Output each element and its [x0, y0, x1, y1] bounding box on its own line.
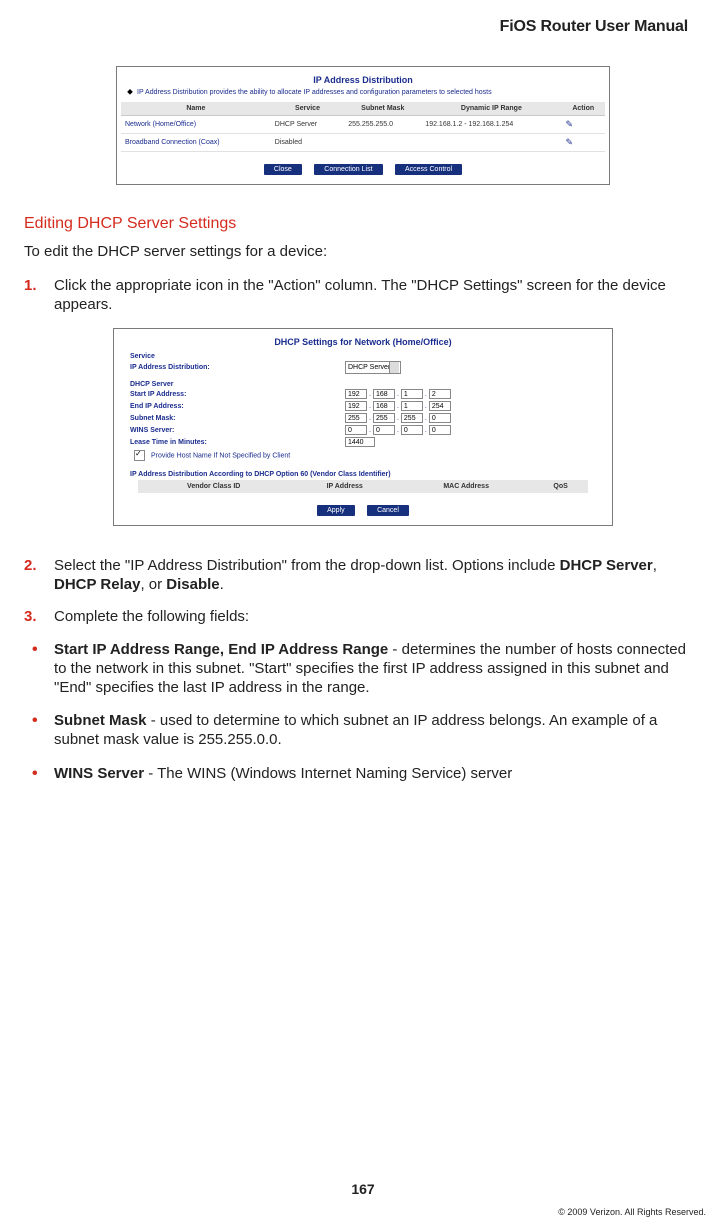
step-number: 2.: [24, 556, 37, 575]
bullet-label: Start IP Address Range, End IP Address R…: [54, 641, 388, 658]
end-ip-3[interactable]: 1: [401, 401, 423, 411]
row-range: 192.168.1.2 - 192.168.1.254: [421, 116, 561, 134]
mask-4[interactable]: 0: [429, 413, 451, 423]
col-range: Dynamic IP Range: [421, 102, 561, 116]
row-action: ✎: [561, 116, 605, 134]
step-3: 3. Complete the following fields:: [24, 607, 702, 626]
diamond-icon: [127, 89, 133, 95]
ip-dist-panel-desc: IP Address Distribution provides the abi…: [121, 89, 605, 102]
bullet-wins-server: WINS Server - The WINS (Windows Internet…: [24, 764, 702, 783]
col-action: Action: [561, 102, 605, 116]
connection-list-button[interactable]: Connection List: [314, 164, 382, 175]
lease-input[interactable]: 1440: [345, 437, 375, 447]
mask-2[interactable]: 255: [373, 413, 395, 423]
start-ip-4[interactable]: 2: [429, 389, 451, 399]
col-service: Service: [271, 102, 344, 116]
edit-icon[interactable]: ✎: [565, 119, 573, 130]
intro-text: To edit the DHCP server settings for a d…: [24, 243, 702, 262]
step-1-text: Click the appropriate icon in the "Actio…: [54, 277, 666, 313]
end-ip-4[interactable]: 254: [429, 401, 451, 411]
row-service: Disabled: [271, 134, 344, 152]
section-heading: Editing DHCP Server Settings: [24, 215, 702, 233]
row-name-link[interactable]: Broadband Connection (Coax): [121, 134, 271, 152]
start-ip-2[interactable]: 168: [373, 389, 395, 399]
hostname-checkbox-row: Provide Host Name If Not Specified by Cl…: [118, 448, 608, 465]
opt60-col-vendor: Vendor Class ID: [138, 480, 290, 493]
close-button[interactable]: Close: [264, 164, 302, 175]
bullet-start-end: Start IP Address Range, End IP Address R…: [24, 640, 702, 698]
start-ip-label: Start IP Address:: [130, 391, 345, 398]
end-ip-1[interactable]: 192: [345, 401, 367, 411]
wins-label: WINS Server:: [130, 427, 345, 434]
opt60-col-mac: MAC Address: [400, 480, 533, 493]
dhcp-settings-panel: DHCP Settings for Network (Home/Office) …: [113, 328, 613, 526]
apply-button[interactable]: Apply: [317, 505, 355, 516]
end-ip-2[interactable]: 168: [373, 401, 395, 411]
opt60-col-ip: IP Address: [290, 480, 400, 493]
hostname-checkbox-label: Provide Host Name If Not Specified by Cl…: [151, 452, 290, 459]
mask-label: Subnet Mask:: [130, 415, 345, 422]
service-section-label: Service: [118, 351, 608, 360]
row-mask: 255.255.255.0: [344, 116, 421, 134]
dhcp-server-section-label: DHCP Server: [118, 375, 608, 388]
row-service: DHCP Server: [271, 116, 344, 134]
step-3-text: Complete the following fields:: [54, 608, 249, 625]
dhcp-panel-title: DHCP Settings for Network (Home/Office): [118, 335, 608, 351]
ip-dist-table: Name Service Subnet Mask Dynamic IP Rang…: [121, 102, 605, 152]
opt60-header: IP Address Distribution According to DHC…: [118, 465, 608, 480]
col-subnet: Subnet Mask: [344, 102, 421, 116]
copyright: © 2009 Verizon. All Rights Reserved.: [558, 1207, 706, 1217]
page-header-title: FiOS Router User Manual: [24, 18, 688, 36]
opt60-col-qos: QoS: [533, 480, 589, 493]
step-2-b3: Disable: [166, 576, 219, 593]
bullet-text: - The WINS (Windows Internet Naming Serv…: [144, 765, 512, 782]
step-2-b2: DHCP Relay: [54, 576, 140, 593]
hostname-checkbox[interactable]: [134, 450, 145, 461]
step-2: 2. Select the "IP Address Distribution" …: [24, 556, 702, 594]
row-range: [421, 134, 561, 152]
ip-dist-label: IP Address Distribution:: [130, 364, 345, 371]
step-2-pre: Select the "IP Address Distribution" fro…: [54, 557, 560, 574]
table-row: Broadband Connection (Coax) Disabled ✎: [121, 134, 605, 152]
wins-4[interactable]: 0: [429, 425, 451, 435]
ip-dist-select[interactable]: DHCP Server: [345, 361, 401, 374]
mask-3[interactable]: 255: [401, 413, 423, 423]
access-control-button[interactable]: Access Control: [395, 164, 462, 175]
row-mask: [344, 134, 421, 152]
opt60-table: Vendor Class ID IP Address MAC Address Q…: [138, 480, 589, 493]
lease-label: Lease Time in Minutes:: [130, 439, 345, 446]
table-row: Network (Home/Office) DHCP Server 255.25…: [121, 116, 605, 134]
ip-dist-panel: IP Address Distribution IP Address Distr…: [116, 66, 610, 185]
step-2-b1: DHCP Server: [560, 557, 653, 574]
ip-dist-panel-title: IP Address Distribution: [121, 73, 605, 89]
mask-1[interactable]: 255: [345, 413, 367, 423]
wins-3[interactable]: 0: [401, 425, 423, 435]
start-ip-3[interactable]: 1: [401, 389, 423, 399]
row-action: ✎: [561, 134, 605, 152]
start-ip-1[interactable]: 192: [345, 389, 367, 399]
step-1: 1. Click the appropriate icon in the "Ac…: [24, 276, 702, 314]
step-number: 3.: [24, 607, 37, 626]
row-name-link[interactable]: Network (Home/Office): [121, 116, 271, 134]
wins-2[interactable]: 0: [373, 425, 395, 435]
bullet-subnet-mask: Subnet Mask - used to determine to which…: [24, 711, 702, 749]
edit-icon[interactable]: ✎: [565, 137, 573, 148]
step-number: 1.: [24, 276, 37, 295]
bullet-label: Subnet Mask: [54, 712, 147, 729]
col-name: Name: [121, 102, 271, 116]
ip-dist-desc-text: IP Address Distribution provides the abi…: [137, 89, 492, 96]
bullet-label: WINS Server: [54, 765, 144, 782]
wins-1[interactable]: 0: [345, 425, 367, 435]
page-number: 167: [0, 1181, 726, 1197]
cancel-button[interactable]: Cancel: [367, 505, 409, 516]
end-ip-label: End IP Address:: [130, 403, 345, 410]
